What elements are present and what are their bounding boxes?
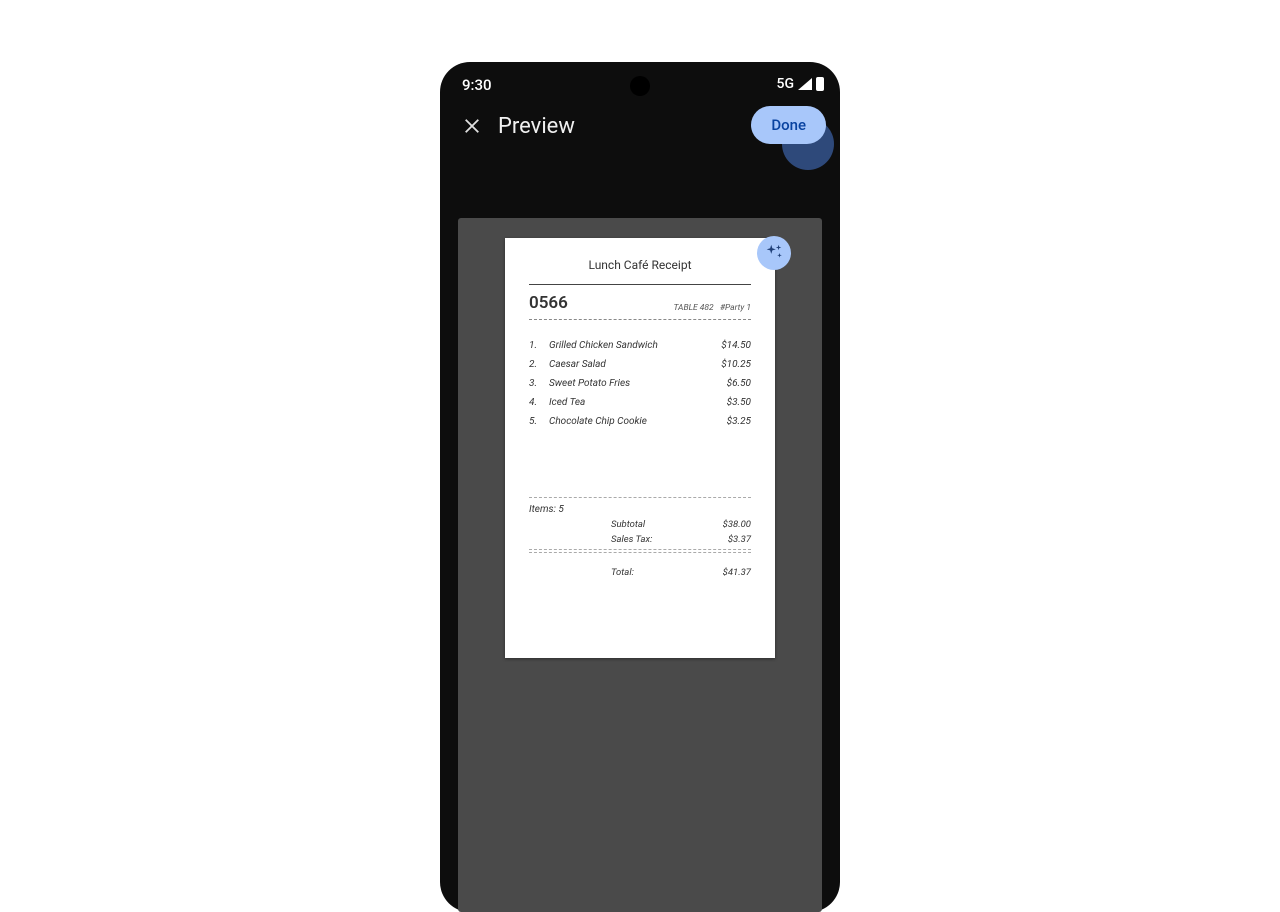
receipt-number: 0566 [529, 293, 568, 313]
camera-notch [630, 76, 650, 96]
sparkle-icon [763, 242, 785, 264]
line-item: 5.Chocolate Chip Cookie$3.25 [529, 416, 751, 427]
items-count: Items: 5 [529, 504, 751, 515]
network-label: 5G [777, 76, 795, 92]
preview-canvas: Lunch Café Receipt 0566 TABLE 482 #Party… [458, 218, 822, 912]
done-button[interactable]: Done [751, 106, 826, 144]
clock: 9:30 [462, 76, 492, 94]
divider [529, 284, 751, 285]
enhance-button[interactable] [757, 236, 791, 270]
dashed-divider [529, 319, 751, 320]
app-bar: Preview Done [440, 98, 840, 154]
line-item: 4.Iced Tea$3.50 [529, 397, 751, 408]
total-row: Total:$41.37 [529, 567, 751, 578]
status-icons: 5G [777, 76, 825, 92]
signal-icon [798, 78, 812, 90]
status-bar: 9:30 5G [440, 62, 840, 98]
battery-icon [816, 77, 824, 91]
page-title: Preview [498, 114, 575, 139]
receipt-document: Lunch Café Receipt 0566 TABLE 482 #Party… [505, 238, 775, 658]
line-item: 2.Caesar Salad$10.25 [529, 359, 751, 370]
phone-frame: 9:30 5G Preview Done Lunch Café Receipt [440, 62, 840, 912]
receipt-meta: TABLE 482 #Party 1 [673, 303, 751, 313]
line-item: 1.Grilled Chicken Sandwich$14.50 [529, 340, 751, 351]
receipt-title: Lunch Café Receipt [529, 258, 751, 272]
dashed-divider [529, 497, 751, 498]
line-item: 3.Sweet Potato Fries$6.50 [529, 378, 751, 389]
close-icon [463, 117, 481, 135]
line-items: 1.Grilled Chicken Sandwich$14.50 2.Caesa… [529, 340, 751, 427]
close-button[interactable] [458, 112, 486, 140]
